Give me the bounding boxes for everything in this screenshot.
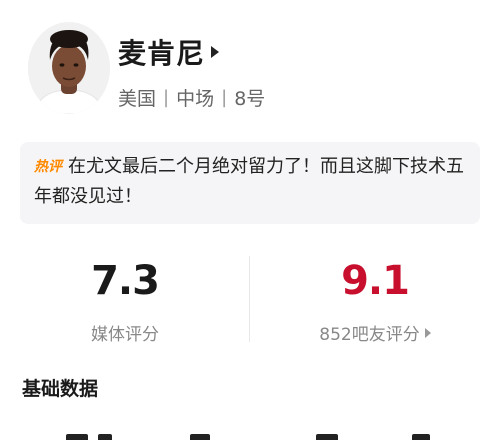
- player-meta: 美国 | 中场 | 8号: [118, 84, 265, 111]
- meta-divider: |: [163, 87, 170, 108]
- player-avatar[interactable]: [28, 22, 110, 114]
- hot-comment[interactable]: 热评 在尤文最后二个月绝对留力了！而且这脚下技术五年都没见过！: [20, 142, 480, 224]
- media-rating-value: 7.3: [91, 258, 160, 304]
- ratings-panel: 7.3 媒体评分 9.1 852吧友评分: [0, 238, 500, 358]
- hot-comment-tag: 热评: [34, 159, 62, 175]
- media-rating: 7.3 媒体评分: [0, 238, 250, 358]
- meta-divider: |: [221, 87, 228, 108]
- player-name: 麦肯尼: [118, 37, 206, 70]
- player-header: 麦肯尼 美国 | 中场 | 8号: [0, 0, 500, 140]
- chevron-right-icon: [424, 327, 431, 338]
- stat-glyph-fragment: [316, 434, 338, 440]
- fan-rating-label[interactable]: 852吧友评分: [250, 320, 500, 345]
- stat-glyph-fragment: [190, 434, 210, 440]
- player-portrait-icon: [28, 22, 110, 114]
- stat-glyph-fragment: [66, 434, 88, 440]
- player-page: 麦肯尼 美国 | 中场 | 8号 热评 在尤文最后二个月绝对留力了！而且这脚下技术…: [0, 0, 500, 440]
- player-name-link[interactable]: 麦肯尼: [118, 32, 220, 72]
- section-title: 基础数据: [22, 378, 99, 400]
- hot-comment-text: 在尤文最后二个月绝对留力了！而且这脚下技术五年都没见过！: [34, 156, 464, 207]
- chevron-right-icon: [211, 46, 220, 58]
- player-position: 中场: [176, 88, 215, 110]
- fan-rating-label-text: 852吧友评分: [319, 325, 420, 345]
- player-country: 美国: [118, 88, 157, 110]
- stat-glyph-fragment: [412, 434, 430, 440]
- stat-glyph-fragment: [98, 434, 112, 440]
- player-number: 8号: [234, 88, 266, 110]
- fan-rating-value: 9.1: [341, 258, 410, 304]
- fan-rating[interactable]: 9.1 852吧友评分: [250, 238, 500, 358]
- media-rating-label: 媒体评分: [0, 320, 250, 345]
- stats-row-cutoff: [0, 428, 500, 440]
- media-rating-label-text: 媒体评分: [91, 325, 159, 345]
